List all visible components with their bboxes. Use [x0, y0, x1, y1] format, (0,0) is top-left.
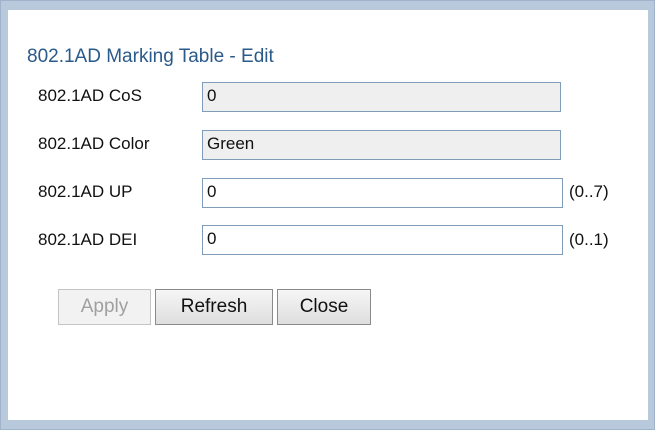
dei-range-hint: (0..1) — [569, 230, 609, 249]
up-input[interactable]: 0 — [202, 178, 563, 208]
up-label: 802.1AD UP — [38, 182, 133, 201]
cos-field: 0 — [202, 82, 561, 112]
up-range-hint: (0..7) — [569, 182, 609, 201]
apply-button[interactable]: Apply — [58, 289, 151, 325]
close-button[interactable]: Close — [277, 289, 371, 325]
refresh-button[interactable]: Refresh — [155, 289, 273, 325]
cos-label: 802.1AD CoS — [38, 86, 142, 105]
color-label: 802.1AD Color — [38, 134, 150, 153]
dei-label: 802.1AD DEI — [38, 230, 138, 249]
dei-input[interactable]: 0 — [202, 225, 563, 255]
color-field: Green — [202, 130, 561, 160]
dialog-panel — [8, 10, 648, 420]
dialog-title: 802.1AD Marking Table - Edit — [27, 46, 274, 67]
